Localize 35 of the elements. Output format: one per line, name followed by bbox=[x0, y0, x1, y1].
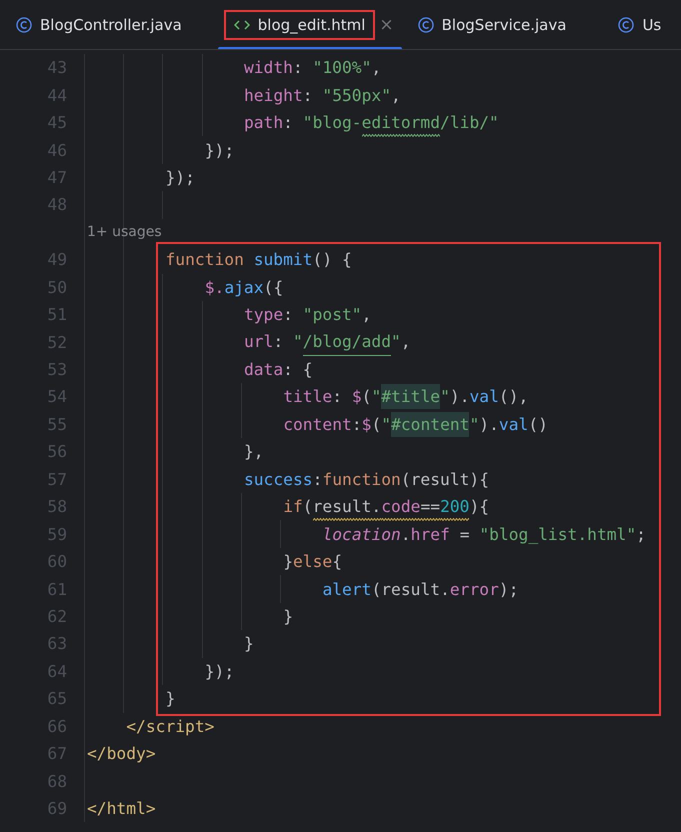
code-line: }); bbox=[204, 140, 234, 160]
editor-tab[interactable]: BlogController.java bbox=[0, 0, 218, 49]
editor-tab[interactable]: Us bbox=[602, 0, 681, 49]
code-line: } bbox=[283, 606, 293, 626]
code-line: </html> bbox=[87, 799, 156, 818]
code-line: $.ajax({ bbox=[204, 278, 284, 297]
code-line: data: { bbox=[244, 360, 313, 380]
code-brackets-icon bbox=[234, 18, 250, 30]
code-line: title: $("#title").val(), bbox=[283, 387, 528, 406]
code-line: }); bbox=[204, 662, 234, 681]
code-line: alert(result.error); bbox=[322, 580, 518, 599]
code-line: width: "100%", bbox=[244, 58, 382, 78]
code-line: }); bbox=[165, 168, 195, 187]
class-icon bbox=[16, 16, 32, 32]
code-line: type: "post", bbox=[244, 305, 372, 324]
code-line: </body> bbox=[87, 744, 156, 764]
code-line: function submit() { bbox=[165, 250, 352, 270]
editor-tab[interactable]: BlogService.java bbox=[402, 0, 602, 49]
code-line: height: "550px", bbox=[244, 86, 401, 105]
tab-label: BlogService.java bbox=[442, 16, 566, 34]
code-line: content:$("#content").val() bbox=[283, 414, 548, 434]
code-line: }, bbox=[244, 442, 264, 462]
tab-label: Us bbox=[642, 16, 662, 34]
tab-label: blog_edit.html bbox=[258, 16, 366, 34]
tab-label: BlogController.java bbox=[40, 16, 182, 34]
code-line: } bbox=[165, 689, 176, 708]
class-icon bbox=[618, 16, 634, 32]
usages-hint[interactable]: 1+ usages bbox=[87, 224, 162, 240]
class-icon bbox=[418, 16, 434, 32]
code-line: </script> bbox=[126, 716, 214, 736]
code-line: }else{ bbox=[283, 552, 342, 572]
code-line: } bbox=[244, 634, 254, 654]
editor-tab[interactable]: blog_edit.html × bbox=[218, 0, 402, 49]
code-line: success:function(result){ bbox=[244, 470, 490, 489]
code-line: location.href = "blog_list.html"; bbox=[322, 524, 646, 544]
